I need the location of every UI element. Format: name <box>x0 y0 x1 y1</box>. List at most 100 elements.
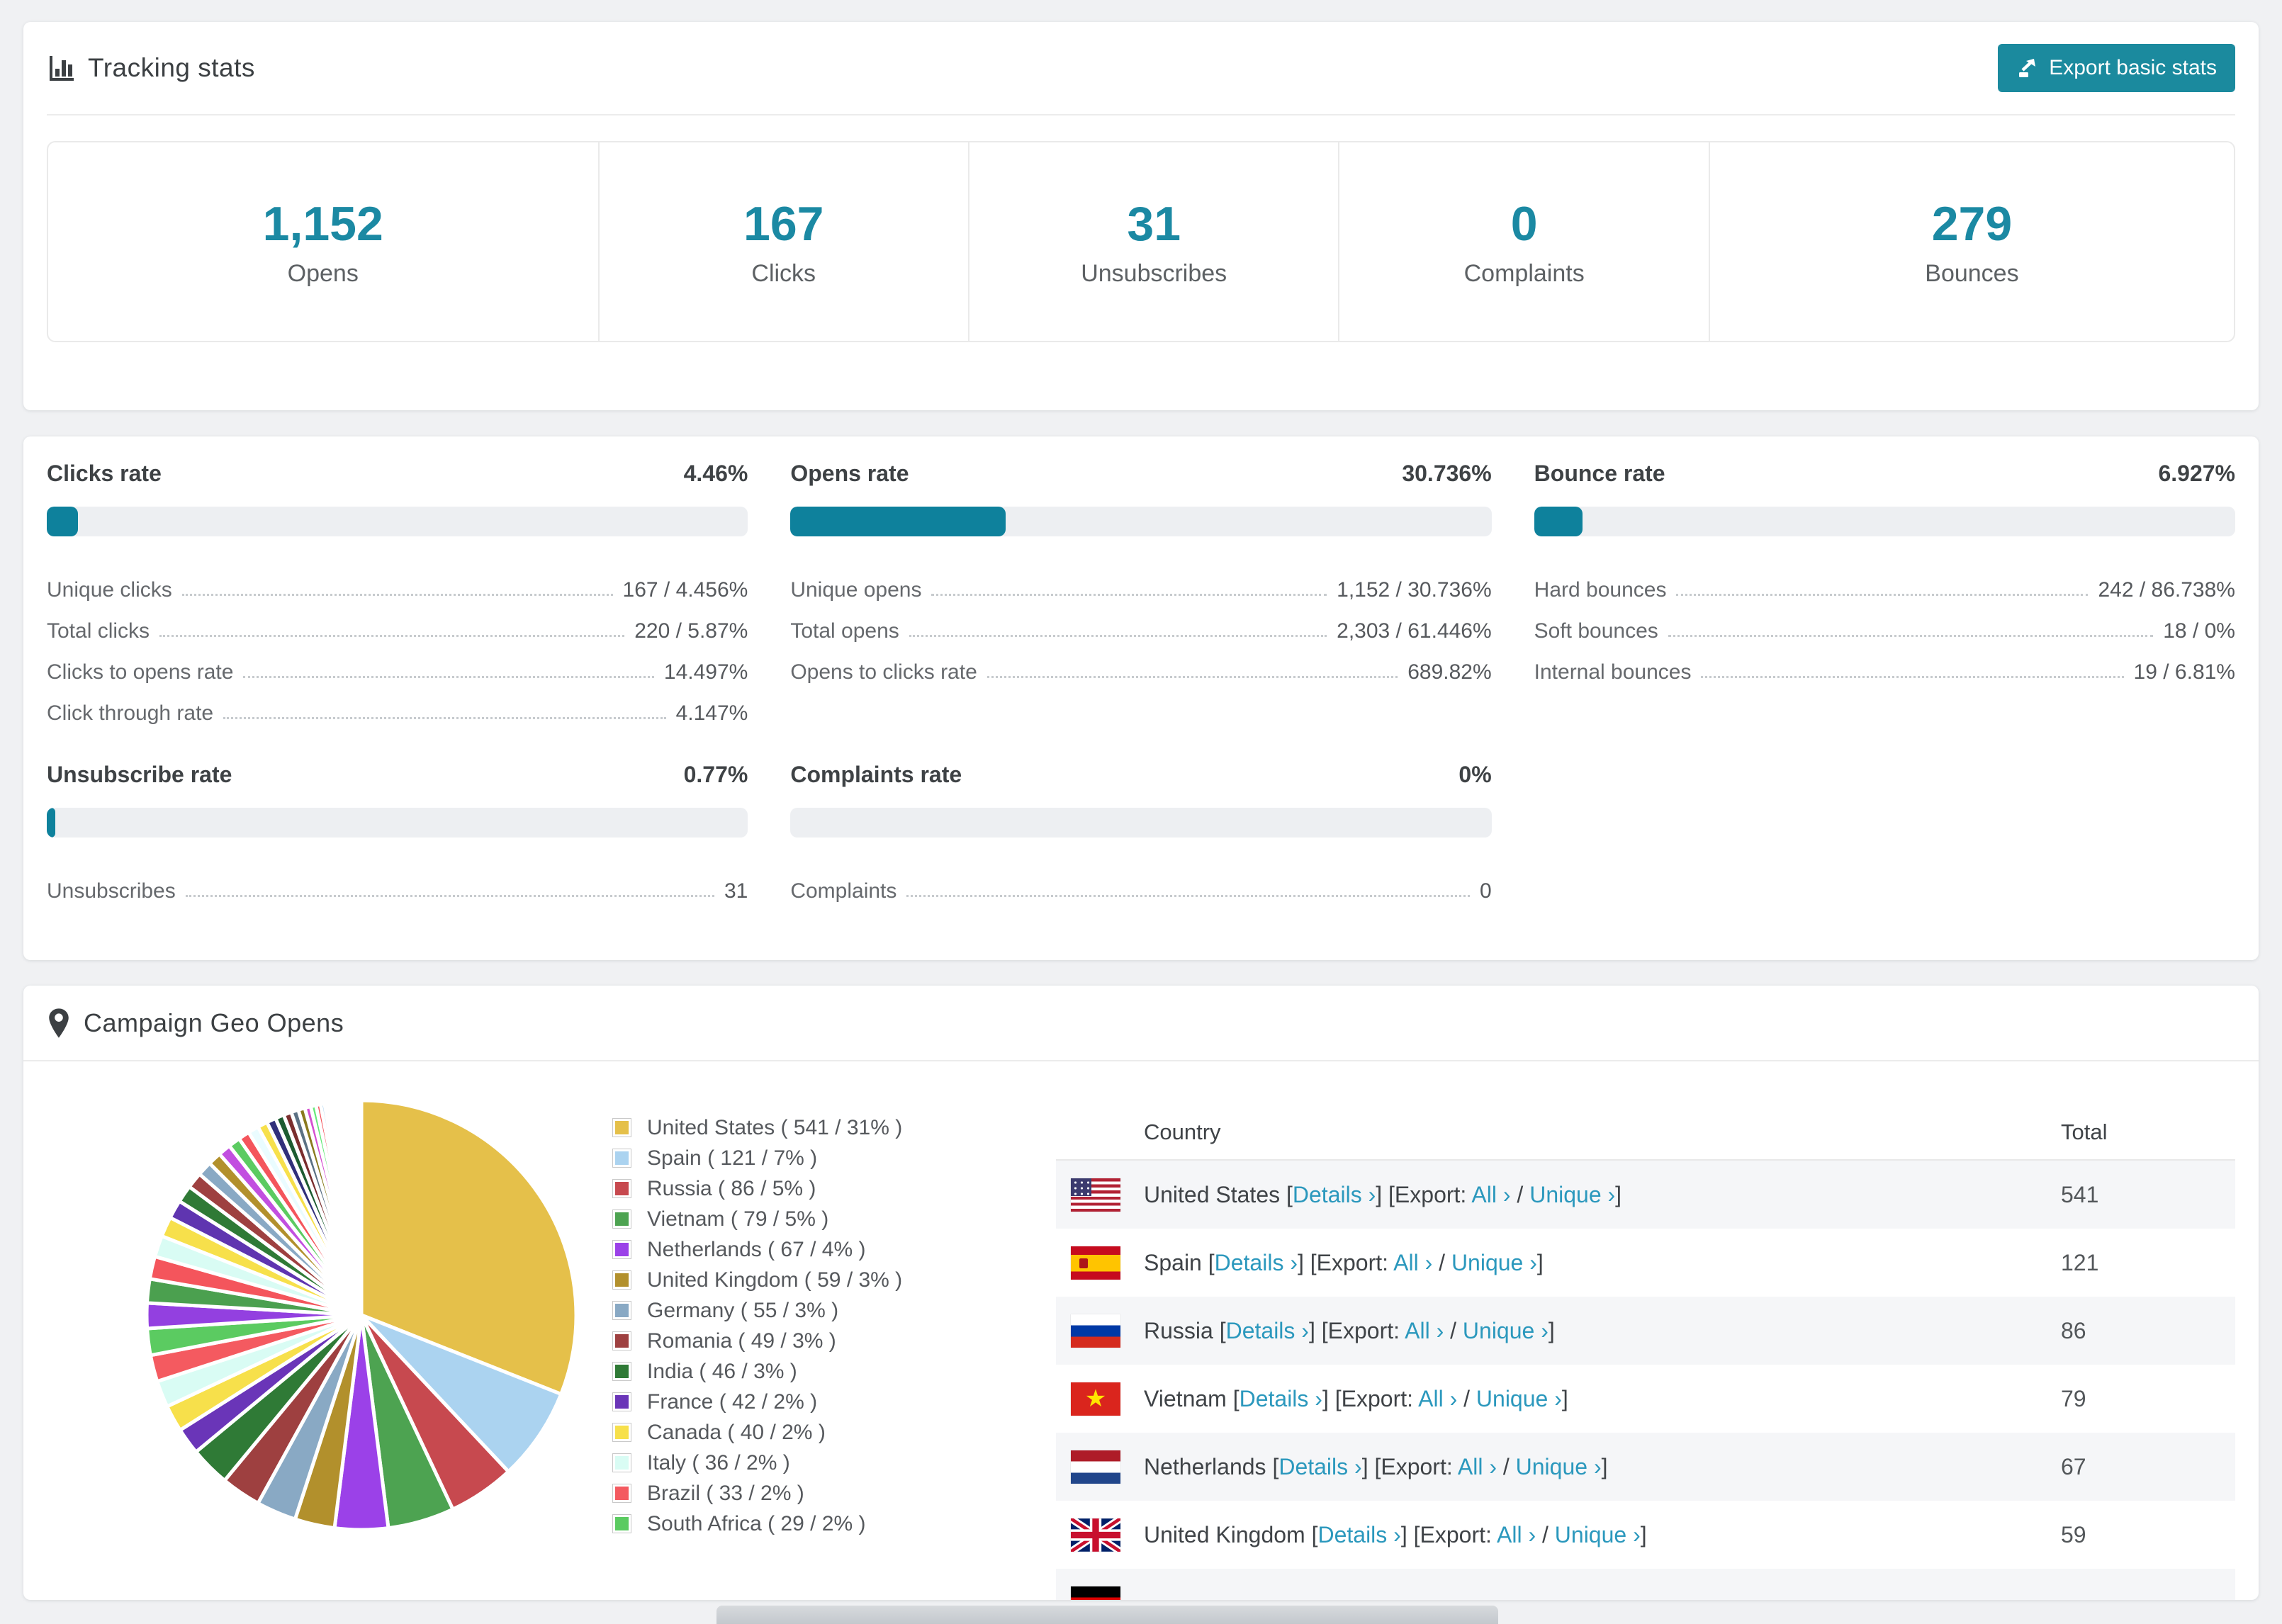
rate-stat-value: 689.82% <box>1407 660 1492 684</box>
legend-label: India ( 46 / 3% ) <box>647 1359 797 1383</box>
details-link[interactable]: Details › <box>1278 1454 1361 1479</box>
row-text-glue: ] <box>1640 1521 1647 1547</box>
rate-value: 0% <box>1458 762 1492 787</box>
geo-row-total: 59 <box>2061 1521 2086 1547</box>
geo-pie-chart <box>47 1061 581 1535</box>
legend-swatch <box>612 1240 631 1259</box>
legend-label: Italy ( 36 / 2% ) <box>647 1450 790 1474</box>
export-unique-link[interactable]: Unique › <box>1476 1386 1562 1411</box>
legend-item-netherlands: Netherlands ( 67 / 4% ) <box>612 1234 1009 1265</box>
row-text-glue: ] [Export: <box>1361 1453 1458 1479</box>
flag-de <box>1071 1586 1120 1600</box>
rate-stat-value: 0 <box>1479 879 1492 903</box>
legend-item-united-kingdom: United Kingdom ( 59 / 3% ) <box>612 1265 1009 1295</box>
geo-table-header-total: Total <box>2061 1120 2108 1144</box>
rate-rows: Unsubscribes 31 <box>47 862 748 903</box>
legend-swatch <box>612 1514 631 1533</box>
export-unique-link[interactable]: Unique › <box>1555 1522 1641 1547</box>
summary-stat-label: Complaints <box>1463 259 1585 287</box>
export-unique-link[interactable]: Unique › <box>1516 1454 1602 1479</box>
summary-stat-value: 0 <box>1510 196 1538 251</box>
rate-head: Opens rate 30.736% <box>790 461 1491 487</box>
rate-progress-fill <box>47 507 79 536</box>
legend-swatch <box>612 1484 631 1503</box>
geo-row-total: 86 <box>2061 1317 2086 1343</box>
details-link[interactable]: Details › <box>1215 1250 1298 1275</box>
legend-swatch-color <box>615 1304 629 1317</box>
legend-swatch-color <box>615 1121 629 1134</box>
rate-stat-label: Complaints <box>790 879 897 903</box>
legend-swatch-color <box>615 1517 629 1530</box>
export-all-link[interactable]: All › <box>1497 1522 1536 1547</box>
row-text-glue: Russia [ <box>1144 1317 1226 1343</box>
legend-swatch-color <box>615 1426 629 1439</box>
summary-stat-value: 279 <box>1931 196 2013 251</box>
geo-row-text: Spain [Details ›] [Export: All › / Uniqu… <box>1144 1250 2061 1276</box>
export-unique-link[interactable]: Unique › <box>1463 1318 1548 1343</box>
flag-gb <box>1071 1518 1120 1552</box>
legend-swatch <box>612 1453 631 1472</box>
legend-swatch <box>612 1149 631 1168</box>
geo-row-total: 121 <box>2061 1249 2099 1275</box>
export-all-link[interactable]: All › <box>1393 1250 1432 1275</box>
row-text-glue: ] <box>1615 1181 1622 1207</box>
rate-stat-label: Click through rate <box>47 701 214 725</box>
row-text-glue: / <box>1510 1181 1530 1207</box>
rate-stat-row: Unsubscribes 31 <box>47 862 748 903</box>
rate-stat-value: 220 / 5.87% <box>634 619 748 643</box>
details-link[interactable]: Details › <box>1317 1522 1400 1547</box>
row-text-glue: ] <box>1536 1249 1544 1275</box>
geo-opens-header: Campaign Geo Opens <box>23 986 2259 1061</box>
export-icon <box>2019 59 2036 77</box>
legend-label: France ( 42 / 2% ) <box>647 1389 818 1414</box>
geo-table-row: United States [Details ›] [Export: All ›… <box>1056 1161 2235 1229</box>
legend-item-united-states: United States ( 541 / 31% ) <box>612 1112 1009 1143</box>
dotted-leader <box>159 635 625 637</box>
details-link[interactable]: Details › <box>1226 1318 1309 1343</box>
dotted-leader <box>931 594 1327 596</box>
flag-ru <box>1071 1314 1120 1348</box>
rate-stat-row: Hard bounces 242 / 86.738% <box>1534 560 2235 602</box>
tracking-stats-header: Tracking stats Export basic stats <box>47 22 2235 115</box>
details-link[interactable]: Details › <box>1240 1386 1322 1411</box>
rate-stat-row: Unique clicks 167 / 4.456% <box>47 560 748 602</box>
export-all-link[interactable]: All › <box>1418 1386 1457 1411</box>
details-link[interactable]: Details › <box>1293 1182 1376 1207</box>
horizontal-scrollbar[interactable] <box>716 1606 1498 1624</box>
legend-swatch-color <box>615 1395 629 1409</box>
summary-stat-bounces: 279 Bounces <box>1708 142 2234 341</box>
row-text-glue: ] <box>1601 1453 1608 1479</box>
rate-stat-label: Internal bounces <box>1534 660 1692 684</box>
export-basic-stats-button[interactable]: Export basic stats <box>1998 44 2235 92</box>
export-unique-link[interactable]: Unique › <box>1451 1250 1537 1275</box>
rate-rows: Unique clicks 167 / 4.456% Total clicks 220… <box>47 560 748 725</box>
dotted-leader <box>1701 676 2124 678</box>
rate-block-bounce-rate: Bounce rate 6.927% Hard bounces 242 / 86.73… <box>1534 461 2235 725</box>
geo-pie-svg[interactable] <box>142 1095 581 1535</box>
row-text-glue: / <box>1496 1453 1516 1479</box>
rate-stat-value: 167 / 4.456% <box>622 578 748 602</box>
rate-progress-fill <box>47 808 55 838</box>
export-all-link[interactable]: All › <box>1405 1318 1444 1343</box>
rate-stat-label: Unique opens <box>790 578 922 602</box>
rate-stat-row: Clicks to opens rate 14.497% <box>47 643 748 684</box>
dotted-leader <box>1668 635 2154 637</box>
rate-value: 30.736% <box>1402 461 1492 486</box>
rate-stat-row: Total clicks 220 / 5.87% <box>47 602 748 643</box>
dotted-leader <box>181 594 613 596</box>
rate-rows: Hard bounces 242 / 86.738% Soft bounces 18 … <box>1534 560 2235 684</box>
rate-stat-row: Total opens 2,303 / 61.446% <box>790 602 1491 643</box>
rate-stat-value: 14.497% <box>663 660 748 684</box>
summary-stat-value: 1,152 <box>262 196 383 251</box>
dotted-leader <box>906 895 1470 897</box>
map-pin-icon <box>49 1008 69 1038</box>
export-unique-link[interactable]: Unique › <box>1529 1182 1615 1207</box>
summary-stat-label: Bounces <box>1925 259 2019 287</box>
rate-stat-value: 242 / 86.738% <box>2098 578 2235 602</box>
geo-table-header: Country Total <box>1056 1105 2235 1161</box>
export-all-link[interactable]: All › <box>1471 1182 1510 1207</box>
summary-stat-value: 31 <box>1127 196 1181 251</box>
legend-swatch-color <box>615 1243 629 1256</box>
export-all-link[interactable]: All › <box>1458 1454 1497 1479</box>
rate-head: Unsubscribe rate 0.77% <box>47 762 748 788</box>
